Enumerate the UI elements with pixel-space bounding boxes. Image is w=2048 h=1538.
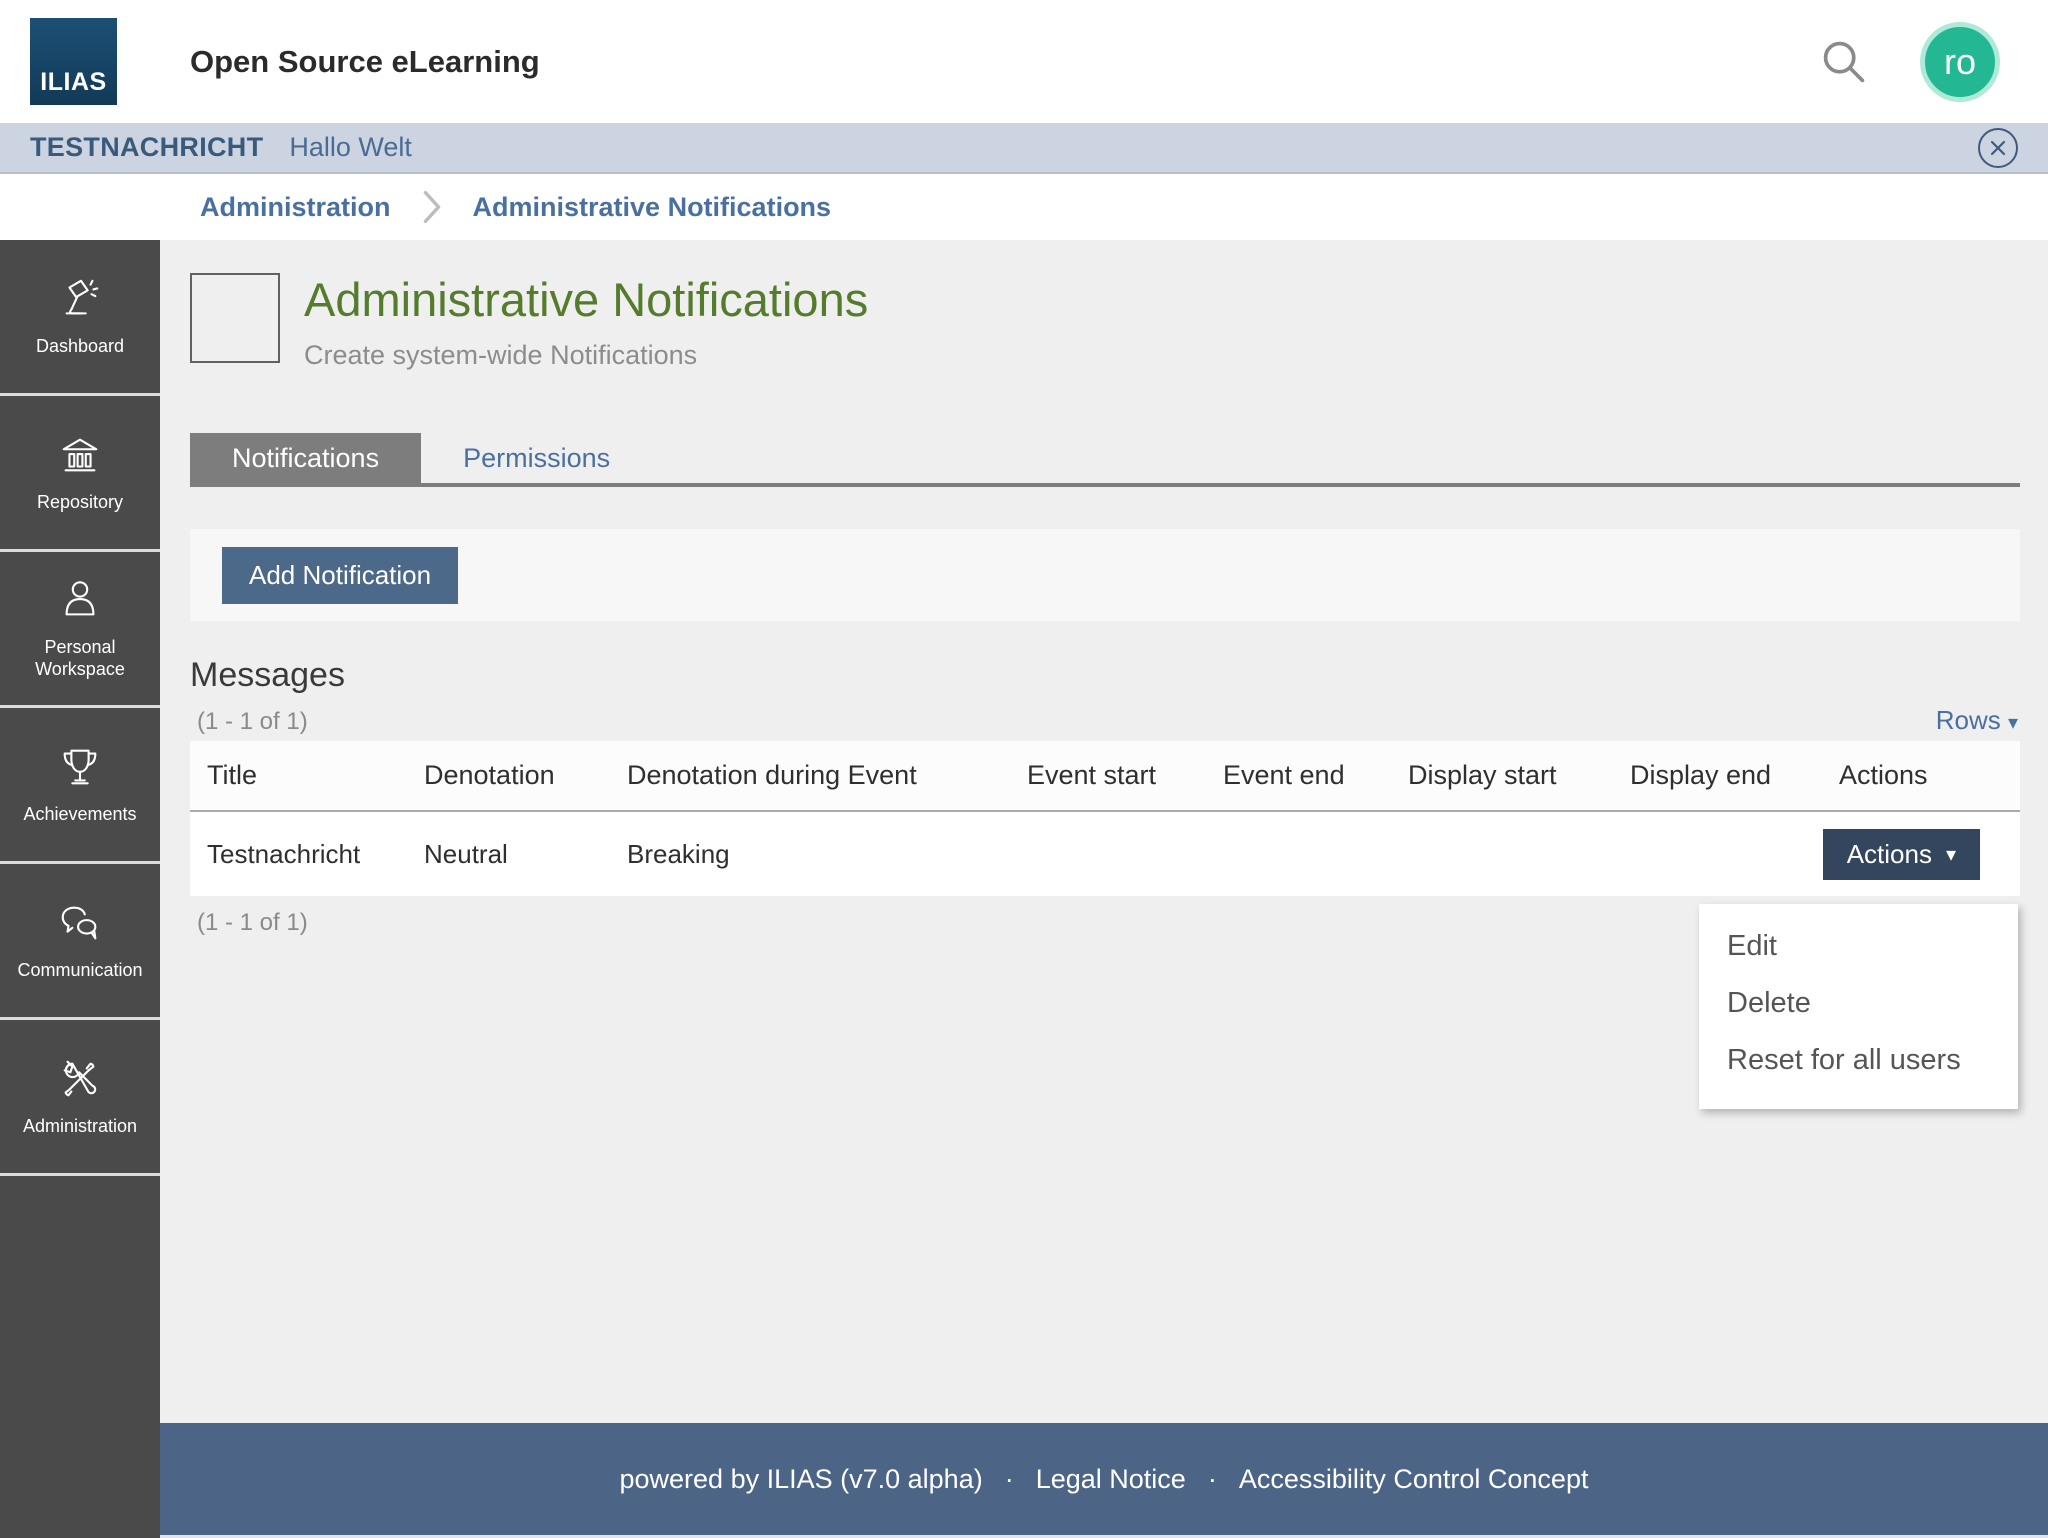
result-range-bottom: (1 - 1 of 1) — [197, 909, 308, 937]
tab-notifications[interactable]: Notifications — [190, 433, 422, 484]
sidebar: Dashboard Repository Personal Workspace — [0, 240, 160, 1538]
cell-event-end — [1206, 811, 1391, 896]
breadcrumb-administrative-notifications[interactable]: Administrative Notifications — [473, 192, 832, 223]
menu-item-reset-for-all-users[interactable]: Reset for all users — [1699, 1032, 2018, 1089]
page-header: Administrative Notifications Create syst… — [190, 273, 2020, 371]
notification-message: Hallo Welt — [289, 132, 412, 162]
powered-by-text: powered by ILIAS (v7.0 alpha) — [619, 1463, 983, 1494]
cell-actions: Actions ▾ Edit Delete Reset for all users — [1699, 811, 2020, 1109]
actions-dropdown-menu: Edit Delete Reset for all users — [1699, 903, 2018, 1109]
menu-item-edit[interactable]: Edit — [1699, 918, 2018, 975]
main-content: Administrative Notifications Create syst… — [160, 240, 2048, 1423]
sidebar-item-label: Communication — [17, 959, 143, 980]
lamp-icon — [65, 279, 99, 315]
column-header-denotation: Denotation — [407, 741, 610, 813]
page-title: Administrative Notifications — [304, 273, 869, 326]
menu-item-delete[interactable]: Delete — [1699, 975, 2018, 1032]
bank-icon — [62, 438, 98, 472]
rows-label: Rows — [1935, 705, 2001, 736]
page-subtitle: Create system-wide Notifications — [304, 340, 698, 371]
caret-down-icon: ▾ — [2007, 712, 2018, 735]
title-block: Administrative Notifications Create syst… — [304, 273, 868, 371]
actions-button-label: Actions — [1846, 838, 1932, 869]
app-title: Open Source eLearning — [190, 43, 540, 79]
table-title: Messages — [190, 656, 345, 695]
footer-separator: · — [1207, 1463, 1217, 1494]
cell-title: Testnachricht — [207, 838, 361, 869]
sidebar-item-label: Repository — [36, 491, 124, 512]
cell-denotation: Neutral — [424, 838, 508, 869]
content-column: Administrative Notifications Create syst… — [160, 240, 2048, 1538]
person-icon — [65, 580, 95, 615]
cell-display-end — [1613, 811, 1822, 896]
table-row: Testnachricht Neutral Breaking Actions ▾ — [190, 811, 2020, 1109]
ilias-logo[interactable]: ILIAS — [30, 18, 117, 105]
rows-dropdown[interactable]: Rows ▾ — [1936, 705, 2020, 736]
footer: powered by ILIAS (v7.0 alpha) · Legal No… — [160, 1423, 2048, 1535]
chat-icon — [61, 906, 97, 940]
tab-permissions[interactable]: Permissions — [421, 433, 652, 483]
sidebar-item-label: Personal Workspace — [35, 636, 125, 680]
notification-title: TESTNACHRICHT — [30, 132, 264, 162]
actions-cell: Actions ▾ Edit Delete Reset for all users — [1699, 828, 2020, 1109]
search-button[interactable] — [1816, 34, 1872, 90]
tools-icon — [63, 1060, 97, 1097]
sidebar-filler — [0, 1176, 160, 1538]
column-header-event-start: Event start — [1010, 741, 1206, 813]
cell-display-start — [1391, 811, 1613, 896]
search-icon — [1823, 41, 1865, 82]
legal-notice-link[interactable]: Legal Notice — [1036, 1464, 1186, 1495]
ilias-logo-text: ILIAS — [40, 68, 107, 96]
add-notification-button[interactable]: Add Notification — [222, 546, 459, 604]
column-header-event-end: Event end — [1206, 741, 1391, 813]
breadcrumb: Administration Administrative Notificati… — [0, 174, 2048, 240]
user-avatar[interactable]: ro — [1920, 21, 2000, 102]
column-header-display-start: Display start — [1391, 741, 1613, 813]
avatar-initials: ro — [1943, 40, 1976, 82]
caret-down-icon: ▾ — [1945, 843, 1956, 866]
column-header-display-end: Display end — [1613, 741, 1822, 813]
chevron-right-icon — [421, 190, 443, 224]
close-icon — [1990, 140, 2006, 155]
sidebar-item-repository[interactable]: Repository — [0, 396, 160, 552]
toolbar: Add Notification — [190, 529, 2020, 622]
page: ILIAS Open Source eLearning ro TESTNACHR… — [0, 0, 2048, 1538]
accessibility-control-concept-link[interactable]: Accessibility Control Concept — [1239, 1464, 1589, 1495]
tab-bar: Notifications Permissions — [190, 433, 2020, 488]
body: Dashboard Repository Personal Workspace — [0, 240, 2048, 1538]
table-controls: (1 - 1 of 1) Rows ▾ — [190, 705, 2020, 736]
sidebar-item-administration[interactable]: Administration — [0, 1020, 160, 1176]
sidebar-item-personal-workspace[interactable]: Personal Workspace — [0, 552, 160, 708]
cell-denotation-during-event: Breaking — [627, 838, 730, 869]
sidebar-item-label: Dashboard — [35, 335, 125, 356]
table-header-row: Title Denotation Denotation during Event… — [190, 741, 2020, 813]
sidebar-item-label: Achievements — [23, 803, 137, 824]
sidebar-item-achievements[interactable]: Achievements — [0, 708, 160, 864]
top-header: ILIAS Open Source eLearning ro — [0, 0, 2048, 123]
sidebar-item-communication[interactable]: Communication — [0, 864, 160, 1020]
row-actions-button[interactable]: Actions ▾ — [1822, 828, 1980, 880]
sidebar-item-dashboard[interactable]: Dashboard — [0, 240, 160, 396]
header-right: ro — [1816, 21, 2000, 102]
footer-separator: · — [1004, 1463, 1014, 1494]
cell-event-start — [1010, 811, 1206, 896]
notification-bar: TESTNACHRICHT Hallo Welt — [0, 123, 2048, 174]
column-header-denotation-during-event: Denotation during Event — [610, 741, 1010, 813]
column-header-title: Title — [190, 741, 407, 813]
trophy-icon — [63, 749, 97, 785]
notification-close-button[interactable] — [1978, 127, 2018, 168]
breadcrumb-administration[interactable]: Administration — [200, 192, 391, 223]
result-range-top: (1 - 1 of 1) — [197, 708, 308, 736]
column-header-actions: Actions — [1822, 741, 2020, 813]
sidebar-item-label: Administration — [22, 1115, 138, 1136]
object-icon-placeholder — [190, 273, 280, 363]
messages-table: Title Denotation Denotation during Event… — [190, 741, 2020, 1109]
